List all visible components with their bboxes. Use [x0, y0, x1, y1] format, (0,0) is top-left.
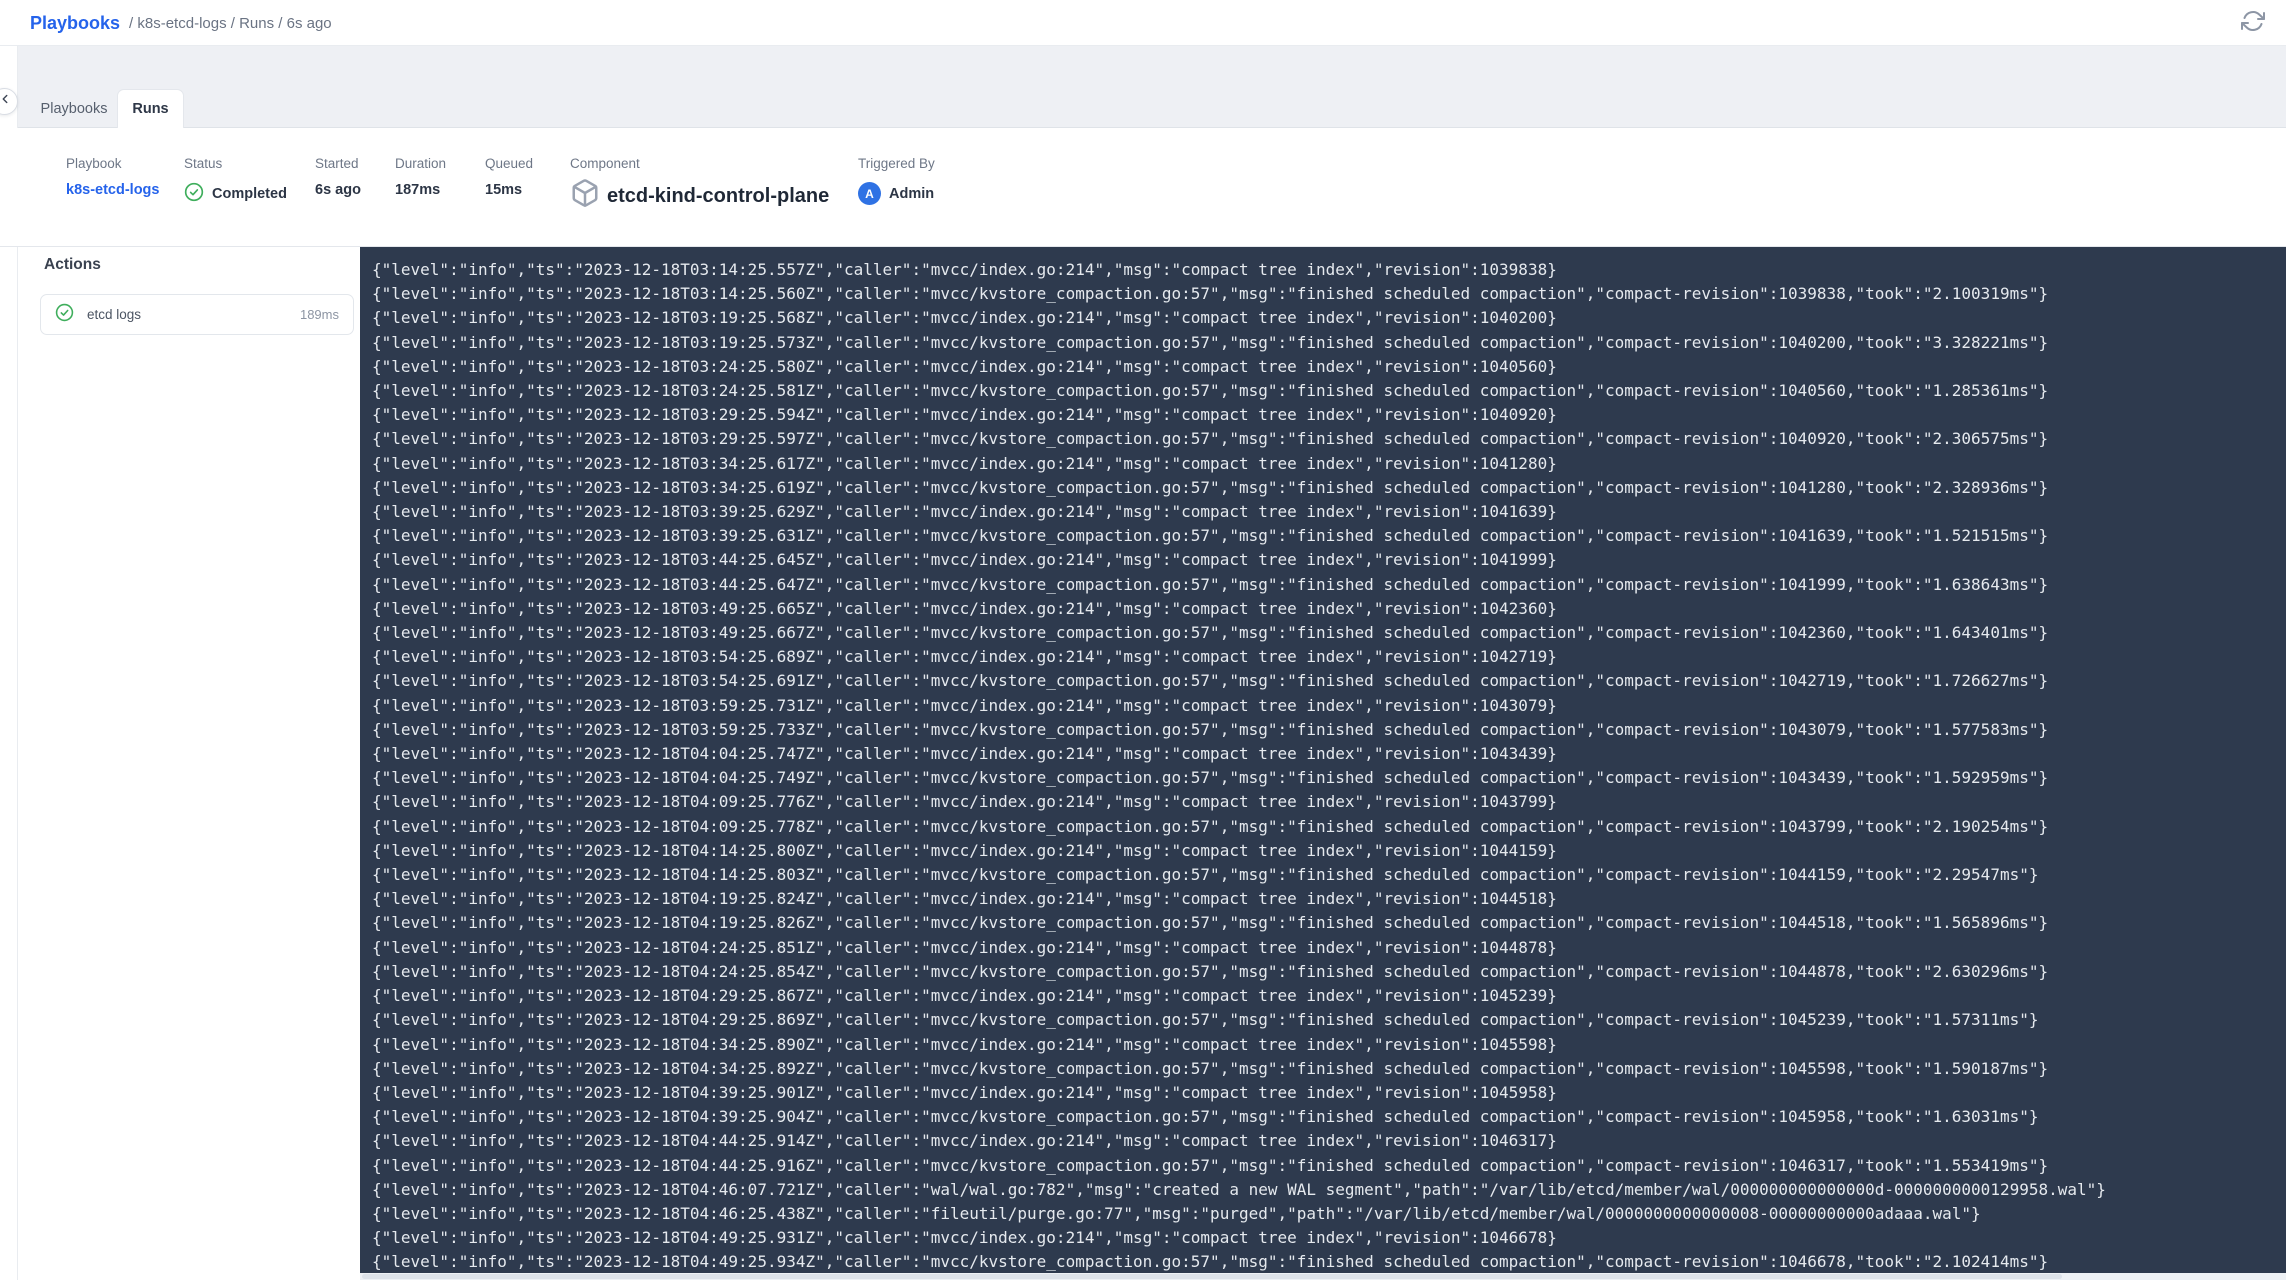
log-line: {"level":"info","ts":"2023-12-18T04:14:2… — [372, 865, 2039, 885]
log-line: {"level":"info","ts":"2023-12-18T03:54:2… — [372, 647, 1557, 667]
log-line: {"level":"info","ts":"2023-12-18T04:46:2… — [372, 1203, 1981, 1223]
status-label: Status — [184, 156, 223, 171]
triggered-by-label: Triggered By — [858, 156, 935, 171]
log-line: {"level":"info","ts":"2023-12-18T04:19:2… — [372, 913, 2049, 933]
log-line: {"level":"info","ts":"2023-12-18T03:19:2… — [372, 332, 2049, 352]
log-line: {"level":"info","ts":"2023-12-18T04:44:2… — [372, 1155, 2049, 1175]
log-line: {"level":"info","ts":"2023-12-18T03:29:2… — [372, 429, 2049, 449]
top-bar: Playbooks / k8s-etcd-logs / Runs / 6s ag… — [0, 0, 2286, 46]
log-line: {"level":"info","ts":"2023-12-18T04:49:2… — [372, 1252, 2049, 1272]
log-horizontal-scrollbar[interactable] — [360, 1273, 2286, 1280]
refresh-button[interactable] — [2240, 10, 2266, 36]
field-triggered-by: Triggered By A Admin — [858, 156, 935, 205]
log-line: {"level":"info","ts":"2023-12-18T03:49:2… — [372, 623, 2049, 643]
log-line: {"level":"info","ts":"2023-12-18T04:39:2… — [372, 1107, 2039, 1127]
log-line: {"level":"info","ts":"2023-12-18T03:39:2… — [372, 526, 2049, 546]
collapse-panel-button[interactable] — [0, 88, 18, 115]
check-circle-icon — [55, 303, 74, 327]
log-line: {"level":"info","ts":"2023-12-18T04:09:2… — [372, 792, 1557, 812]
component-value: etcd-kind-control-plane — [607, 184, 830, 207]
log-line: {"level":"info","ts":"2023-12-18T04:29:2… — [372, 986, 1557, 1006]
field-component: Component etcd-kind-control-plane — [570, 156, 829, 215]
log-line: {"level":"info","ts":"2023-12-18T03:54:2… — [372, 671, 2049, 691]
log-line: {"level":"info","ts":"2023-12-18T04:24:2… — [372, 937, 1557, 957]
log-line: {"level":"info","ts":"2023-12-18T04:34:2… — [372, 1058, 2049, 1078]
tab-runs[interactable]: Runs — [117, 89, 184, 128]
log-line: {"level":"info","ts":"2023-12-18T04:04:2… — [372, 768, 2049, 788]
action-name: etcd logs — [87, 307, 142, 322]
log-line: {"level":"info","ts":"2023-12-18T04:14:2… — [372, 840, 1557, 860]
actions-panel-title: Actions — [44, 256, 101, 273]
log-line: {"level":"info","ts":"2023-12-18T04:34:2… — [372, 1034, 1557, 1054]
log-line: {"level":"info","ts":"2023-12-18T03:44:2… — [372, 574, 2049, 594]
field-duration: Duration 187ms — [395, 156, 446, 198]
duration-label: Duration — [395, 156, 447, 171]
log-line: {"level":"info","ts":"2023-12-18T03:39:2… — [372, 502, 1557, 522]
breadcrumb: Playbooks / k8s-etcd-logs / Runs / 6s ag… — [30, 0, 332, 46]
component-label: Component — [570, 156, 640, 171]
log-line: {"level":"info","ts":"2023-12-18T03:34:2… — [372, 477, 2049, 497]
action-item-etcd-logs[interactable]: etcd logs 189ms — [40, 294, 354, 335]
field-queued: Queued 15ms — [485, 156, 533, 198]
chevron-left-icon — [0, 92, 12, 111]
triggered-by-value: Admin — [889, 185, 935, 202]
breadcrumb-trail: / k8s-etcd-logs / Runs / 6s ago — [129, 14, 332, 32]
log-line: {"level":"info","ts":"2023-12-18T04:46:0… — [372, 1179, 2106, 1199]
queued-label: Queued — [485, 156, 534, 171]
log-line: {"level":"info","ts":"2023-12-18T03:44:2… — [372, 550, 1557, 570]
playbook-label: Playbook — [66, 156, 122, 171]
log-line: {"level":"info","ts":"2023-12-18T03:19:2… — [372, 308, 1557, 328]
log-line: {"level":"info","ts":"2023-12-18T04:39:2… — [372, 1082, 1557, 1102]
log-line: {"level":"info","ts":"2023-12-18T03:29:2… — [372, 405, 1557, 425]
tab-strip: Playbooks Runs — [18, 46, 2286, 128]
refresh-icon — [2241, 9, 2265, 38]
log-line: {"level":"info","ts":"2023-12-18T03:59:2… — [372, 695, 1557, 715]
log-line: {"level":"info","ts":"2023-12-18T04:49:2… — [372, 1228, 1557, 1248]
log-line: {"level":"info","ts":"2023-12-18T03:14:2… — [372, 260, 1557, 279]
log-line: {"level":"info","ts":"2023-12-18T03:59:2… — [372, 719, 2049, 739]
log-line: {"level":"info","ts":"2023-12-18T04:04:2… — [372, 744, 1557, 764]
started-value: 6s ago — [315, 182, 361, 198]
log-line: {"level":"info","ts":"2023-12-18T03:14:2… — [372, 284, 2049, 304]
log-line: {"level":"info","ts":"2023-12-18T04:29:2… — [372, 1010, 2039, 1030]
field-status: Status Completed — [184, 156, 287, 206]
log-line: {"level":"info","ts":"2023-12-18T03:24:2… — [372, 356, 1557, 376]
breadcrumb-playbooks-link[interactable]: Playbooks — [30, 13, 120, 34]
log-line: {"level":"info","ts":"2023-12-18T04:24:2… — [372, 961, 2049, 981]
field-playbook: Playbook k8s-etcd-logs — [66, 156, 159, 198]
run-details-card: Playbook k8s-etcd-logs Status Completed … — [0, 128, 2286, 247]
log-line: {"level":"info","ts":"2023-12-18T03:34:2… — [372, 453, 1557, 473]
log-line: {"level":"info","ts":"2023-12-18T04:44:2… — [372, 1131, 1557, 1151]
tab-playbooks[interactable]: Playbooks — [24, 89, 124, 128]
field-started: Started 6s ago — [315, 156, 361, 198]
log-line: {"level":"info","ts":"2023-12-18T03:24:2… — [372, 381, 2049, 401]
log-output[interactable]: {"level":"info","ts":"2023-12-18T03:14:2… — [360, 247, 2286, 1280]
status-value: Completed — [212, 186, 287, 202]
playbook-link[interactable]: k8s-etcd-logs — [66, 182, 159, 198]
started-label: Started — [315, 156, 359, 171]
log-line: {"level":"info","ts":"2023-12-18T04:09:2… — [372, 816, 2049, 836]
avatar: A — [858, 182, 881, 205]
check-circle-icon — [184, 182, 204, 206]
duration-value: 187ms — [395, 182, 441, 198]
log-line: {"level":"info","ts":"2023-12-18T04:19:2… — [372, 889, 1557, 909]
cube-icon — [570, 177, 600, 215]
log-line: {"level":"info","ts":"2023-12-18T03:49:2… — [372, 598, 1557, 618]
action-duration: 189ms — [299, 307, 339, 322]
queued-value: 15ms — [485, 182, 523, 198]
log-scrollbar-thumb[interactable] — [362, 1274, 2062, 1279]
